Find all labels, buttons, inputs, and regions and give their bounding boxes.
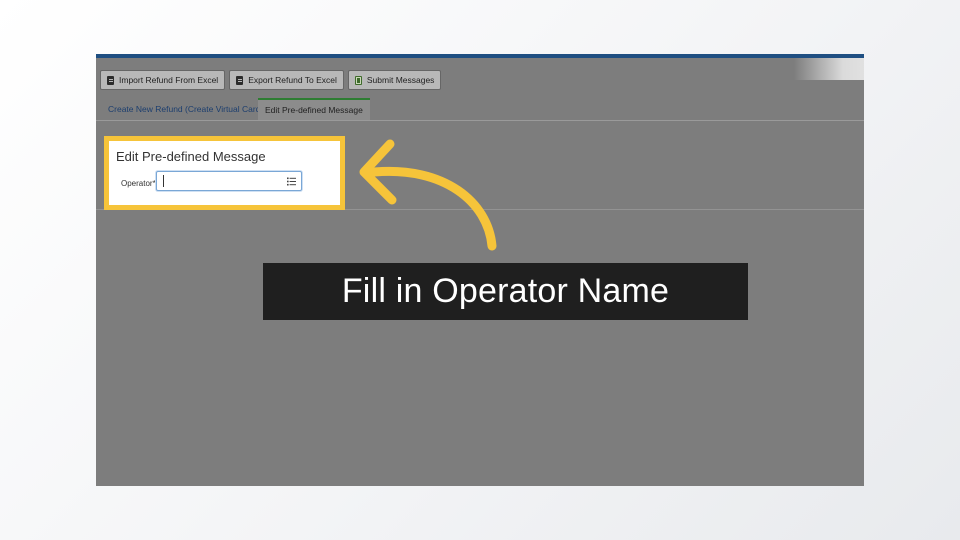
spreadsheet-icon xyxy=(354,75,362,85)
screen-glare xyxy=(794,58,864,80)
text-caret xyxy=(163,175,164,187)
curved-arrow-icon xyxy=(359,139,497,251)
operator-label: Operator* xyxy=(121,179,156,188)
export-refund-label: Export Refund To Excel xyxy=(248,75,337,85)
submit-messages-label: Submit Messages xyxy=(366,75,435,85)
import-refund-label: Import Refund From Excel xyxy=(119,75,219,85)
list-icon[interactable] xyxy=(287,177,296,186)
submit-messages-button[interactable]: Submit Messages xyxy=(347,70,442,90)
file-icon xyxy=(236,75,244,85)
tab-bar: Create New Refund (Create Virtual Card) … xyxy=(96,98,864,121)
edit-message-panel: Edit Pre-defined Message Operator* xyxy=(104,136,345,210)
export-refund-button[interactable]: Export Refund To Excel xyxy=(229,70,344,90)
operator-input[interactable] xyxy=(156,171,302,191)
import-refund-button[interactable]: Import Refund From Excel xyxy=(100,70,226,90)
instruction-callout: Fill in Operator Name xyxy=(263,263,748,320)
file-icon xyxy=(107,75,114,85)
panel-title: Edit Pre-defined Message xyxy=(116,149,266,164)
tab-create-new-refund[interactable]: Create New Refund (Create Virtual Card) xyxy=(108,98,263,120)
tab-edit-predefined-message[interactable]: Edit Pre-defined Message xyxy=(258,98,370,120)
toolbar: Import Refund From Excel Export Refund T… xyxy=(100,70,442,90)
